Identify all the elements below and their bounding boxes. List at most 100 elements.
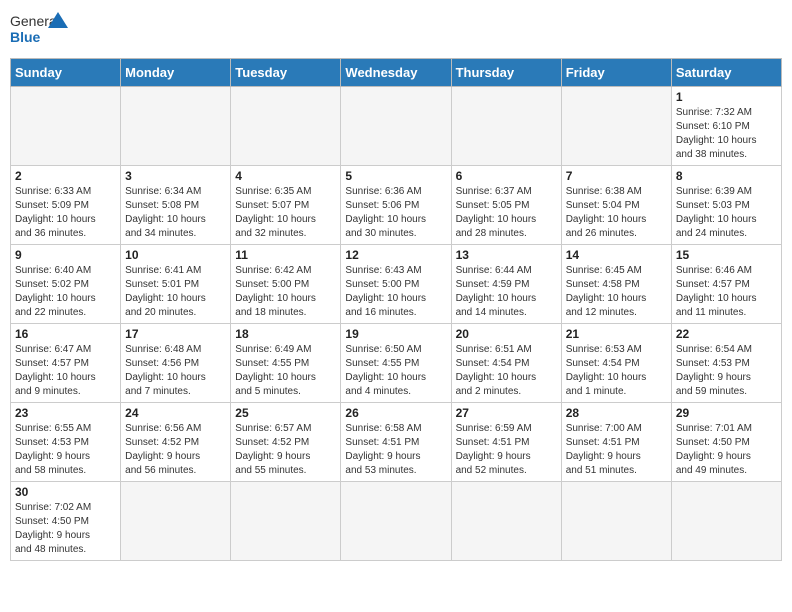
calendar-week-row: 23 Sunrise: 6:55 AM Sunset: 4:53 PM Dayli… <box>11 403 782 482</box>
day-number: 22 <box>676 327 777 341</box>
day-number: 18 <box>235 327 336 341</box>
calendar-day-cell: 18 Sunrise: 6:49 AM Sunset: 4:55 PM Dayli… <box>231 324 341 403</box>
calendar-day-cell <box>561 482 671 561</box>
calendar-day-cell: 27Sunrise: 6:59 AM Sunset: 4:51 PM Dayli… <box>451 403 561 482</box>
day-of-week-header: Sunday <box>11 59 121 87</box>
day-number: 3 <box>125 169 226 183</box>
day-info: Sunrise: 6:53 AM Sunset: 4:54 PM Dayligh… <box>566 343 667 399</box>
day-of-week-header: Monday <box>121 59 231 87</box>
day-info: Sunrise: 6:38 AM Sunset: 5:04 PM Dayligh… <box>566 185 667 241</box>
day-number: 23 <box>15 406 116 420</box>
day-number: 14 <box>566 248 667 262</box>
day-number: 26 <box>345 406 446 420</box>
day-number: 6 <box>456 169 557 183</box>
calendar-day-cell: 19 Sunrise: 6:50 AM Sunset: 4:55 PM Dayli… <box>341 324 451 403</box>
calendar-day-cell: 23 Sunrise: 6:55 AM Sunset: 4:53 PM Dayli… <box>11 403 121 482</box>
day-of-week-header: Saturday <box>671 59 781 87</box>
calendar-day-cell: 4Sunrise: 6:35 AM Sunset: 5:07 PM Daylig… <box>231 166 341 245</box>
calendar-day-cell: 25 Sunrise: 6:57 AM Sunset: 4:52 PM Dayli… <box>231 403 341 482</box>
day-info: Sunrise: 6:40 AM Sunset: 5:02 PM Dayligh… <box>15 264 116 320</box>
day-info: Sunrise: 6:46 AM Sunset: 4:57 PM Dayligh… <box>676 264 777 320</box>
day-number: 12 <box>345 248 446 262</box>
day-number: 8 <box>676 169 777 183</box>
day-number: 7 <box>566 169 667 183</box>
calendar-day-cell: 17 Sunrise: 6:48 AM Sunset: 4:56 PM Dayli… <box>121 324 231 403</box>
day-of-week-header: Thursday <box>451 59 561 87</box>
calendar-day-cell: 24Sunrise: 6:56 AM Sunset: 4:52 PM Dayli… <box>121 403 231 482</box>
svg-text:Blue: Blue <box>10 29 41 45</box>
day-number: 1 <box>676 90 777 104</box>
calendar-week-row: 30Sunrise: 7:02 AM Sunset: 4:50 PM Dayli… <box>11 482 782 561</box>
day-info: Sunrise: 6:49 AM Sunset: 4:55 PM Dayligh… <box>235 343 336 399</box>
calendar-week-row: 9 Sunrise: 6:40 AM Sunset: 5:02 PM Daylig… <box>11 245 782 324</box>
day-number: 11 <box>235 248 336 262</box>
day-info: Sunrise: 6:57 AM Sunset: 4:52 PM Dayligh… <box>235 422 336 478</box>
day-info: Sunrise: 7:02 AM Sunset: 4:50 PM Dayligh… <box>15 501 116 557</box>
calendar-day-cell: 22Sunrise: 6:54 AM Sunset: 4:53 PM Dayli… <box>671 324 781 403</box>
calendar-day-cell: 21Sunrise: 6:53 AM Sunset: 4:54 PM Dayli… <box>561 324 671 403</box>
day-info: Sunrise: 6:50 AM Sunset: 4:55 PM Dayligh… <box>345 343 446 399</box>
calendar-day-cell <box>451 87 561 166</box>
day-info: Sunrise: 6:33 AM Sunset: 5:09 PM Dayligh… <box>15 185 116 241</box>
day-info: Sunrise: 7:01 AM Sunset: 4:50 PM Dayligh… <box>676 422 777 478</box>
day-number: 9 <box>15 248 116 262</box>
calendar-header-row: SundayMondayTuesdayWednesdayThursdayFrid… <box>11 59 782 87</box>
calendar-day-cell: 29Sunrise: 7:01 AM Sunset: 4:50 PM Dayli… <box>671 403 781 482</box>
calendar-week-row: 16 Sunrise: 6:47 AM Sunset: 4:57 PM Dayli… <box>11 324 782 403</box>
calendar-day-cell <box>561 87 671 166</box>
day-number: 19 <box>345 327 446 341</box>
day-info: Sunrise: 6:35 AM Sunset: 5:07 PM Dayligh… <box>235 185 336 241</box>
day-number: 16 <box>15 327 116 341</box>
calendar-day-cell: 1 Sunrise: 7:32 AM Sunset: 6:10 PM Daylig… <box>671 87 781 166</box>
day-info: Sunrise: 6:58 AM Sunset: 4:51 PM Dayligh… <box>345 422 446 478</box>
calendar-day-cell: 28 Sunrise: 7:00 AM Sunset: 4:51 PM Dayli… <box>561 403 671 482</box>
calendar-day-cell: 5Sunrise: 6:36 AM Sunset: 5:06 PM Daylig… <box>341 166 451 245</box>
day-number: 20 <box>456 327 557 341</box>
day-info: Sunrise: 6:44 AM Sunset: 4:59 PM Dayligh… <box>456 264 557 320</box>
calendar-day-cell <box>121 482 231 561</box>
calendar-day-cell: 2 Sunrise: 6:33 AM Sunset: 5:09 PM Daylig… <box>11 166 121 245</box>
day-info: Sunrise: 6:47 AM Sunset: 4:57 PM Dayligh… <box>15 343 116 399</box>
calendar-day-cell: 11Sunrise: 6:42 AM Sunset: 5:00 PM Dayli… <box>231 245 341 324</box>
day-info: Sunrise: 7:32 AM Sunset: 6:10 PM Dayligh… <box>676 106 777 162</box>
calendar-day-cell: 10Sunrise: 6:41 AM Sunset: 5:01 PM Dayli… <box>121 245 231 324</box>
day-number: 24 <box>125 406 226 420</box>
calendar-day-cell <box>671 482 781 561</box>
day-number: 17 <box>125 327 226 341</box>
day-number: 27 <box>456 406 557 420</box>
calendar-day-cell: 30Sunrise: 7:02 AM Sunset: 4:50 PM Dayli… <box>11 482 121 561</box>
calendar-day-cell <box>451 482 561 561</box>
day-info: Sunrise: 6:55 AM Sunset: 4:53 PM Dayligh… <box>15 422 116 478</box>
calendar-day-cell <box>121 87 231 166</box>
day-of-week-header: Wednesday <box>341 59 451 87</box>
logo-svg: General Blue <box>10 10 70 50</box>
logo: General Blue <box>10 10 70 50</box>
day-number: 5 <box>345 169 446 183</box>
calendar-week-row: 2 Sunrise: 6:33 AM Sunset: 5:09 PM Daylig… <box>11 166 782 245</box>
day-number: 2 <box>15 169 116 183</box>
day-number: 13 <box>456 248 557 262</box>
calendar-day-cell: 3Sunrise: 6:34 AM Sunset: 5:08 PM Daylig… <box>121 166 231 245</box>
calendar-week-row: 1 Sunrise: 7:32 AM Sunset: 6:10 PM Daylig… <box>11 87 782 166</box>
calendar-day-cell: 6 Sunrise: 6:37 AM Sunset: 5:05 PM Daylig… <box>451 166 561 245</box>
calendar-day-cell: 26 Sunrise: 6:58 AM Sunset: 4:51 PM Dayli… <box>341 403 451 482</box>
calendar-day-cell: 13 Sunrise: 6:44 AM Sunset: 4:59 PM Dayli… <box>451 245 561 324</box>
day-info: Sunrise: 6:41 AM Sunset: 5:01 PM Dayligh… <box>125 264 226 320</box>
day-info: Sunrise: 7:00 AM Sunset: 4:51 PM Dayligh… <box>566 422 667 478</box>
day-number: 15 <box>676 248 777 262</box>
calendar-day-cell <box>11 87 121 166</box>
calendar-day-cell: 7 Sunrise: 6:38 AM Sunset: 5:04 PM Daylig… <box>561 166 671 245</box>
day-number: 25 <box>235 406 336 420</box>
calendar-day-cell: 9 Sunrise: 6:40 AM Sunset: 5:02 PM Daylig… <box>11 245 121 324</box>
calendar-day-cell <box>231 87 341 166</box>
day-of-week-header: Tuesday <box>231 59 341 87</box>
calendar-day-cell <box>341 482 451 561</box>
day-info: Sunrise: 6:37 AM Sunset: 5:05 PM Dayligh… <box>456 185 557 241</box>
day-info: Sunrise: 6:43 AM Sunset: 5:00 PM Dayligh… <box>345 264 446 320</box>
calendar-day-cell: 12 Sunrise: 6:43 AM Sunset: 5:00 PM Dayli… <box>341 245 451 324</box>
calendar-day-cell: 20 Sunrise: 6:51 AM Sunset: 4:54 PM Dayli… <box>451 324 561 403</box>
day-number: 28 <box>566 406 667 420</box>
calendar-day-cell: 14Sunrise: 6:45 AM Sunset: 4:58 PM Dayli… <box>561 245 671 324</box>
day-info: Sunrise: 6:48 AM Sunset: 4:56 PM Dayligh… <box>125 343 226 399</box>
day-info: Sunrise: 6:51 AM Sunset: 4:54 PM Dayligh… <box>456 343 557 399</box>
